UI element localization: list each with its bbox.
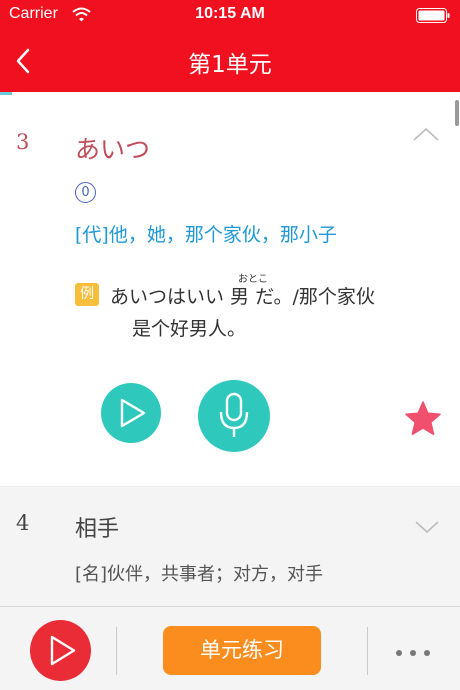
example-sentence-line1: あいつはいい 男 だ。/那个家伙 <box>110 286 375 308</box>
word-number: 4 <box>16 511 30 535</box>
microphone-icon <box>219 392 249 437</box>
word-text: 相手 <box>75 517 120 542</box>
star-icon[interactable] <box>404 400 442 438</box>
word-list[interactable]: 3 あいつ 0 [代]他，她，那个家伙，那小子 例 おとこ あいつはいい 男 だ… <box>0 92 460 606</box>
page-title: 第1单元 <box>188 52 272 78</box>
battery-icon <box>416 8 450 23</box>
word-text: あいつ <box>75 135 151 164</box>
pitch-accent-badge: 0 <box>75 182 96 203</box>
status-bar: Carrier 10:15 AM <box>0 0 460 30</box>
example-sentence-line2: 是个好男人。 <box>132 318 247 340</box>
progress-accent <box>0 92 12 95</box>
word-meaning: [代]他，她，那个家伙，那小子 <box>75 224 337 246</box>
example-badge: 例 <box>75 283 99 306</box>
play-all-button[interactable] <box>30 620 91 681</box>
play-icon <box>120 398 146 428</box>
toolbar-divider <box>367 627 368 675</box>
word-card-expanded[interactable]: 3 あいつ 0 [代]他，她，那个家伙，那小子 例 おとこ あいつはいい 男 だ… <box>0 92 460 486</box>
toolbar-divider <box>116 627 117 675</box>
more-icon[interactable] <box>395 649 431 657</box>
unit-practice-button[interactable]: 单元练习 <box>163 626 321 675</box>
word-number: 3 <box>16 130 30 154</box>
play-audio-button[interactable] <box>101 383 161 443</box>
chevron-up-icon[interactable] <box>412 126 440 142</box>
chevron-down-icon[interactable] <box>414 519 440 535</box>
scrollbar[interactable] <box>455 100 459 126</box>
status-time: 10:15 AM <box>195 5 265 22</box>
word-card-collapsed[interactable]: 4 相手 [名]伙伴，共事者；对方，对手 <box>0 487 460 606</box>
nav-bar: 第1单元 <box>0 30 460 92</box>
play-icon <box>50 635 76 666</box>
bottom-toolbar: 单元练习 <box>0 606 460 690</box>
word-meaning: [名]伙伴，共事者；对方，对手 <box>75 564 324 585</box>
record-button[interactable] <box>198 380 270 452</box>
